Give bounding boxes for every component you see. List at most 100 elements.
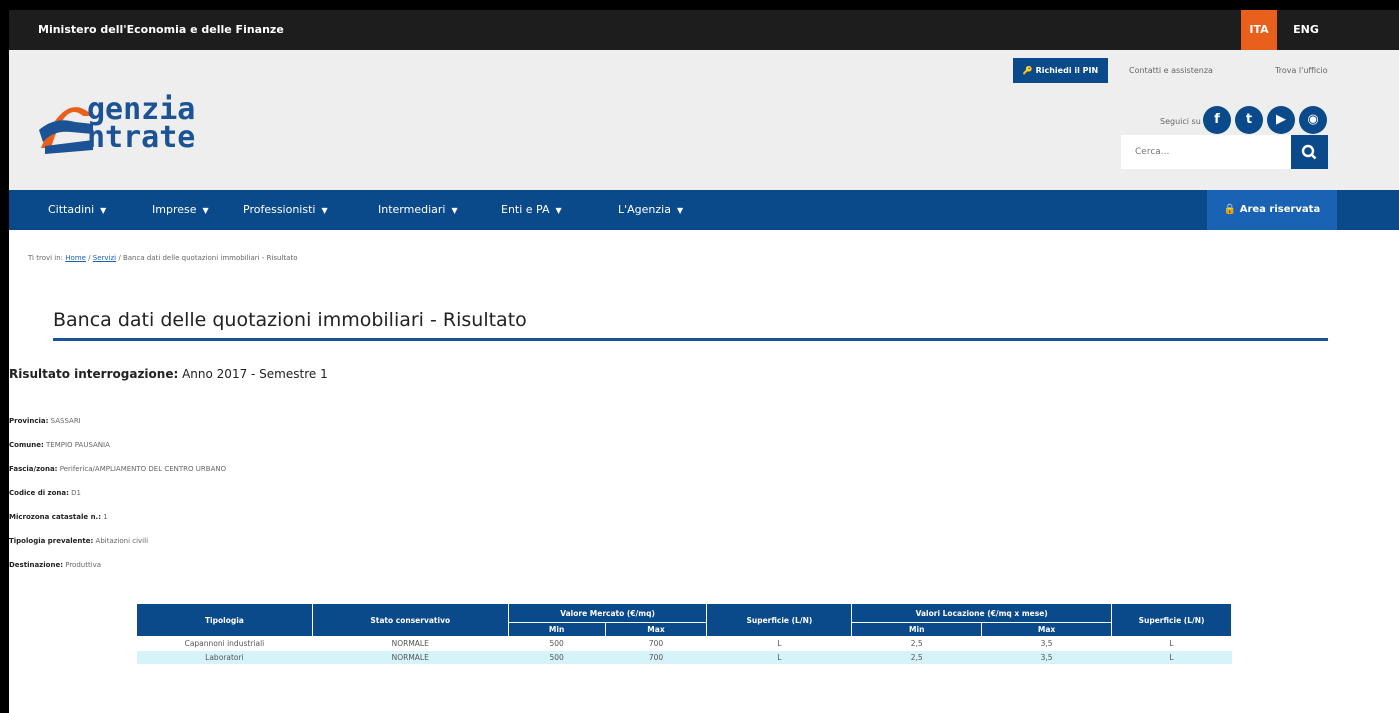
area-riservata-label: Area riservata [1239, 204, 1321, 215]
result-label: Risultato interrogazione: [9, 367, 179, 381]
breadcrumb-prefix: Ti trovi in: [28, 254, 64, 262]
caret-down-icon: ▼ [451, 206, 458, 215]
nav-item-imprese[interactable]: Imprese ▼ [152, 190, 209, 230]
logo-mark-icon [39, 107, 93, 154]
detail-value: TEMPIO PAUSANIA [46, 441, 110, 449]
nav-item-intermediari[interactable]: Intermediari ▼ [378, 190, 458, 230]
nav-label: Imprese [152, 203, 197, 216]
detail-label: Destinazione: [9, 561, 63, 569]
nav-label: Professionisti [243, 203, 316, 216]
table-cell: 500 [508, 636, 606, 651]
logo-line-2: ntrate [87, 120, 196, 155]
nav-item-enti-pa[interactable]: Enti e PA ▼ [501, 190, 562, 230]
contatti-link[interactable]: Contatti e assistenza [1129, 66, 1213, 75]
breadcrumb-current: Banca dati delle quotazioni immobiliari … [122, 254, 298, 262]
lock-icon: 🔒 [1223, 204, 1237, 215]
caret-down-icon: ▼ [202, 206, 209, 215]
trova-ufficio-link[interactable]: Trova l'ufficio [1275, 66, 1328, 75]
nav-label: L'Agenzia [618, 203, 671, 216]
table-cell: 700 [605, 650, 707, 665]
col-superficie-2: Superficie (L/N) [1111, 603, 1232, 637]
detail-label: Tipologia prevalente: [9, 537, 94, 545]
detail-destinazione: Destinazione: Produttiva [9, 561, 226, 585]
top-bar: Ministero dell'Economia e delle Finanze … [9, 10, 1399, 50]
breadcrumb-separator: / [88, 254, 91, 262]
richiedi-pin-label: Richiedi il PIN [1035, 66, 1099, 75]
site-header: genzia ntrate 🔑 Richiedi il PIN Contatti… [9, 50, 1399, 190]
search-icon [1301, 144, 1317, 160]
col-tipologia: Tipologia [136, 603, 313, 637]
lang-ita-button[interactable]: ITA [1241, 10, 1277, 50]
caret-down-icon: ▼ [676, 206, 684, 215]
quotations-table: Tipologia Stato conservativo Valore Merc… [136, 603, 1232, 665]
detail-label: Fascia/zona: [9, 465, 58, 473]
details-list: Provincia: SASSARI Comune: TEMPIO PAUSAN… [9, 417, 226, 585]
agenzia-entrate-logo[interactable]: genzia ntrate [35, 86, 265, 156]
col-valori-locazione: Valori Locazione (€/mq x mese) [851, 603, 1113, 623]
nav-label: Enti e PA [501, 203, 550, 216]
nav-label: Intermediari [378, 203, 446, 216]
breadcrumb-separator: / [118, 254, 121, 262]
detail-value: 1 [103, 513, 108, 521]
detail-value: SASSARI [50, 417, 81, 425]
table-cell: NORMALE [312, 636, 509, 651]
breadcrumb-home-link[interactable]: Home [65, 254, 86, 262]
nav-item-professionisti[interactable]: Professionisti ▼ [243, 190, 328, 230]
search-button[interactable] [1291, 135, 1328, 169]
table-cell: L [1111, 636, 1232, 651]
detail-value: Abitazioni civili [95, 537, 149, 545]
detail-label: Comune: [9, 441, 44, 449]
nav-item-cittadini[interactable]: Cittadini ▼ [48, 190, 106, 230]
seguici-label: Seguici su [1160, 117, 1201, 126]
search-input[interactable] [1121, 135, 1291, 169]
table-row: Capannoni industriali NORMALE 500 700 L … [136, 636, 1232, 651]
ministry-link[interactable]: Ministero dell'Economia e delle Finanze [38, 23, 284, 36]
main-nav: Cittadini ▼ Imprese ▼ Professionisti ▼ Inte… [9, 190, 1399, 230]
detail-codice-zona: Codice di zona: D1 [9, 489, 226, 513]
detail-value: Periferica/AMPLIAMENTO DEL CENTRO URBANO [59, 465, 227, 473]
col-vl-min: Min [851, 622, 983, 637]
col-vl-max: Max [981, 622, 1113, 637]
detail-provincia: Provincia: SASSARI [9, 417, 226, 441]
result-value: Anno 2017 - Semestre 1 [182, 367, 328, 381]
col-superficie-1: Superficie (L/N) [706, 603, 853, 637]
rss-icon[interactable]: ◉ [1299, 106, 1327, 134]
caret-down-icon: ▼ [100, 206, 107, 215]
col-vm-max: Max [604, 622, 708, 637]
table-cell: 700 [605, 636, 707, 651]
nav-label: Cittadini [48, 203, 95, 216]
detail-tipologia-prevalente: Tipologia prevalente: Abitazioni civili [9, 537, 226, 561]
table-cell: 2,5 [851, 650, 982, 665]
caret-down-icon: ▼ [321, 206, 328, 215]
table-cell: 3,5 [981, 636, 1112, 651]
breadcrumb-servizi-link[interactable]: Servizi [93, 254, 116, 262]
table-cell: L [706, 636, 852, 651]
table-cell: 3,5 [981, 650, 1112, 665]
nav-item-agenzia[interactable]: L'Agenzia ▼ [618, 190, 683, 230]
youtube-icon[interactable]: ▶ [1267, 106, 1295, 134]
table-cell: Capannoni industriali [136, 636, 313, 651]
table-row: Laboratori NORMALE 500 700 L 2,5 3,5 L [136, 650, 1232, 665]
col-stato: Stato conservativo [311, 603, 509, 637]
key-icon: 🔑 [1022, 66, 1033, 75]
facebook-icon[interactable]: f [1203, 106, 1231, 134]
detail-fascia-zona: Fascia/zona: Periferica/AMPLIAMENTO DEL … [9, 465, 226, 489]
col-vm-min: Min [507, 622, 606, 637]
lang-eng-button[interactable]: ENG [1281, 10, 1331, 50]
caret-down-icon: ▼ [555, 206, 562, 215]
detail-label: Codice di zona: [9, 489, 69, 497]
breadcrumb: Ti trovi in: Home / Servizi / Banca dati… [28, 254, 298, 262]
table-cell: Laboratori [136, 650, 313, 665]
detail-value: D1 [71, 489, 82, 497]
detail-label: Provincia: [9, 417, 49, 425]
detail-comune: Comune: TEMPIO PAUSANIA [9, 441, 226, 465]
table-cell: 500 [508, 650, 606, 665]
twitter-icon[interactable]: t [1235, 106, 1263, 134]
area-riservata-button[interactable]: 🔒 Area riservata [1207, 190, 1337, 230]
col-valore-mercato: Valore Mercato (€/mq) [507, 603, 708, 623]
detail-label: Microzona catastale n.: [9, 513, 102, 521]
table-cell: NORMALE [312, 650, 509, 665]
richiedi-pin-button[interactable]: 🔑 Richiedi il PIN [1013, 58, 1108, 83]
result-heading: Risultato interrogazione: Anno 2017 - Se… [9, 367, 328, 381]
table-cell: L [1111, 650, 1232, 665]
